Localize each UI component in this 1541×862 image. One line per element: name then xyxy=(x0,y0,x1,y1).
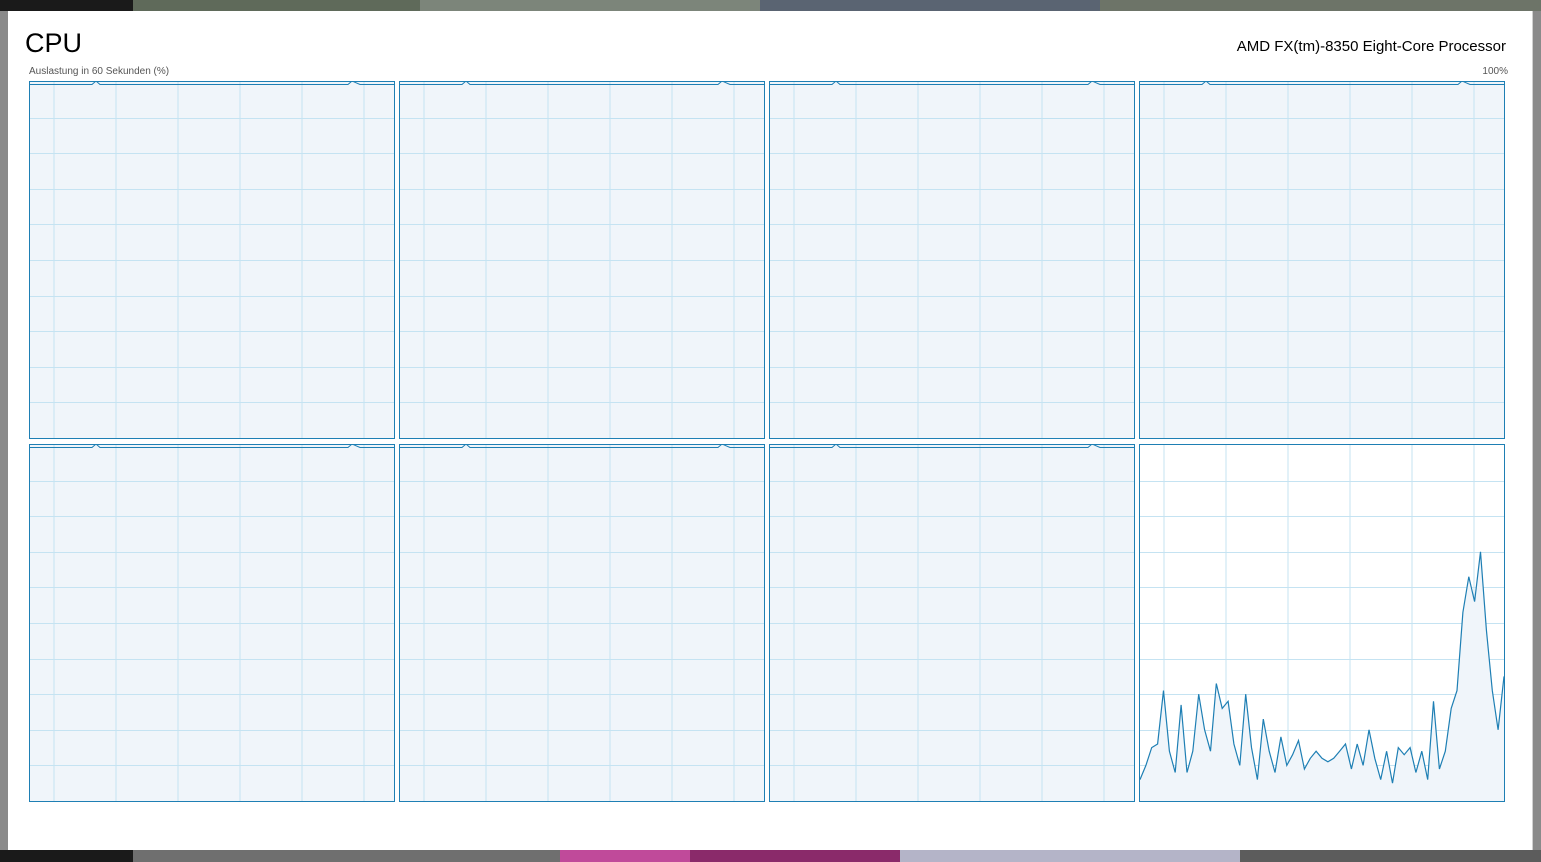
core-utilization-line xyxy=(770,82,1134,85)
core-utilization-area xyxy=(1140,551,1504,801)
core-graph-canvas xyxy=(400,82,764,438)
core-graph-canvas xyxy=(1140,445,1504,801)
core-graph-canvas xyxy=(770,445,1134,801)
core-utilization-line xyxy=(30,82,394,85)
cpu-core-graph-4[interactable] xyxy=(29,444,395,802)
core-utilization-line xyxy=(770,445,1134,448)
cpu-core-graph-1[interactable] xyxy=(399,81,765,439)
core-utilization-line xyxy=(400,445,764,448)
cpu-core-graphs xyxy=(29,81,1507,803)
core-graph-canvas xyxy=(30,82,394,438)
cpu-core-graph-5[interactable] xyxy=(399,444,765,802)
cpu-core-graph-6[interactable] xyxy=(769,444,1135,802)
page-title: CPU xyxy=(25,28,83,58)
core-utilization-line xyxy=(400,82,764,85)
cpu-core-graph-7[interactable] xyxy=(1139,444,1505,802)
processor-name: AMD FX(tm)-8350 Eight-Core Processor xyxy=(1236,38,1506,55)
core-graph-canvas xyxy=(770,82,1134,438)
cpu-performance-panel: CPU AMD FX(tm)-8350 Eight-Core Processor… xyxy=(8,11,1533,850)
desktop-background-bottom xyxy=(0,850,1541,862)
graph-caption: Auslastung in 60 Sekunden (%) xyxy=(29,66,170,77)
core-graph-canvas xyxy=(1140,82,1504,438)
cpu-core-graph-0[interactable] xyxy=(29,81,395,439)
cpu-core-graph-2[interactable] xyxy=(769,81,1135,439)
desktop-background-top xyxy=(0,0,1541,11)
core-graph-canvas xyxy=(400,445,764,801)
cpu-core-graph-3[interactable] xyxy=(1139,81,1505,439)
core-utilization-line xyxy=(30,445,394,448)
core-graph-canvas xyxy=(30,445,394,801)
core-utilization-line xyxy=(1140,82,1504,85)
graph-max-label: 100% xyxy=(1482,66,1508,77)
